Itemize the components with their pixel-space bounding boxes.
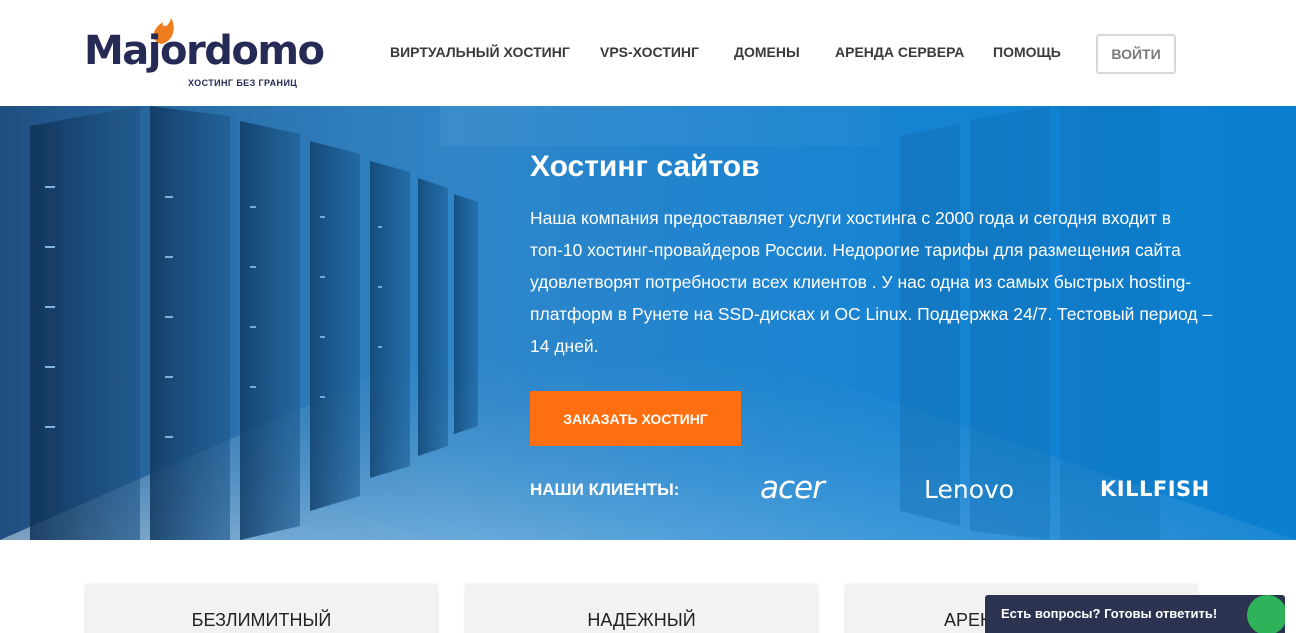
client-logo-acer: acer xyxy=(760,470,825,506)
nav-item-domains[interactable]: ДОМЕНЫ xyxy=(734,44,800,60)
feature-card-unlimited: БЕЗЛИМИТНЫЙ xyxy=(86,584,437,633)
client-logo-killfish: KILLFISH xyxy=(1100,477,1210,501)
hero-description: Наша компания предоставляет услуги хости… xyxy=(530,208,1213,356)
hero-section: Хостинг сайтов Наша компания предоставля… xyxy=(0,106,1296,540)
hero-title: Хостинг сайтов xyxy=(530,150,760,183)
client-logo-lenovo: Lenovo xyxy=(924,475,1015,504)
feature-card-title: БЕЗЛИМИТНЫЙ xyxy=(191,610,332,630)
order-hosting-button[interactable]: ЗАКАЗАТЬ ХОСТИНГ xyxy=(530,391,741,446)
clients-label: НАШИ КЛИЕНТЫ: xyxy=(530,480,680,499)
chat-widget[interactable]: Есть вопросы? Готовы ответить! xyxy=(985,595,1285,633)
nav-item-virtual-hosting[interactable]: ВИРТУАЛЬНЫЙ ХОСТИНГ xyxy=(390,44,570,60)
feature-card-title: НАДЕЖНЫЙ xyxy=(587,610,696,630)
site-header: Majordomo ХОСТИНГ БЕЗ ГРАНИЦ ВИРТУАЛЬНЫЙ… xyxy=(0,0,1296,106)
chat-status-icon xyxy=(1247,595,1285,633)
login-button[interactable]: ВОЙТИ xyxy=(1096,34,1176,74)
nav-item-server-rent[interactable]: АРЕНДА СЕРВЕРА xyxy=(835,44,964,60)
chat-label: Есть вопросы? Готовы ответить! xyxy=(1001,606,1218,621)
feature-card-reliable: НАДЕЖНЫЙ xyxy=(466,584,817,633)
nav-item-help[interactable]: ПОМОЩЬ xyxy=(993,44,1061,60)
nav-item-vps-hosting[interactable]: VPS-ХОСТИНГ xyxy=(600,44,699,60)
main-nav: ВИРТУАЛЬНЫЙ ХОСТИНГ VPS-ХОСТИНГ ДОМЕНЫ А… xyxy=(0,0,1296,106)
